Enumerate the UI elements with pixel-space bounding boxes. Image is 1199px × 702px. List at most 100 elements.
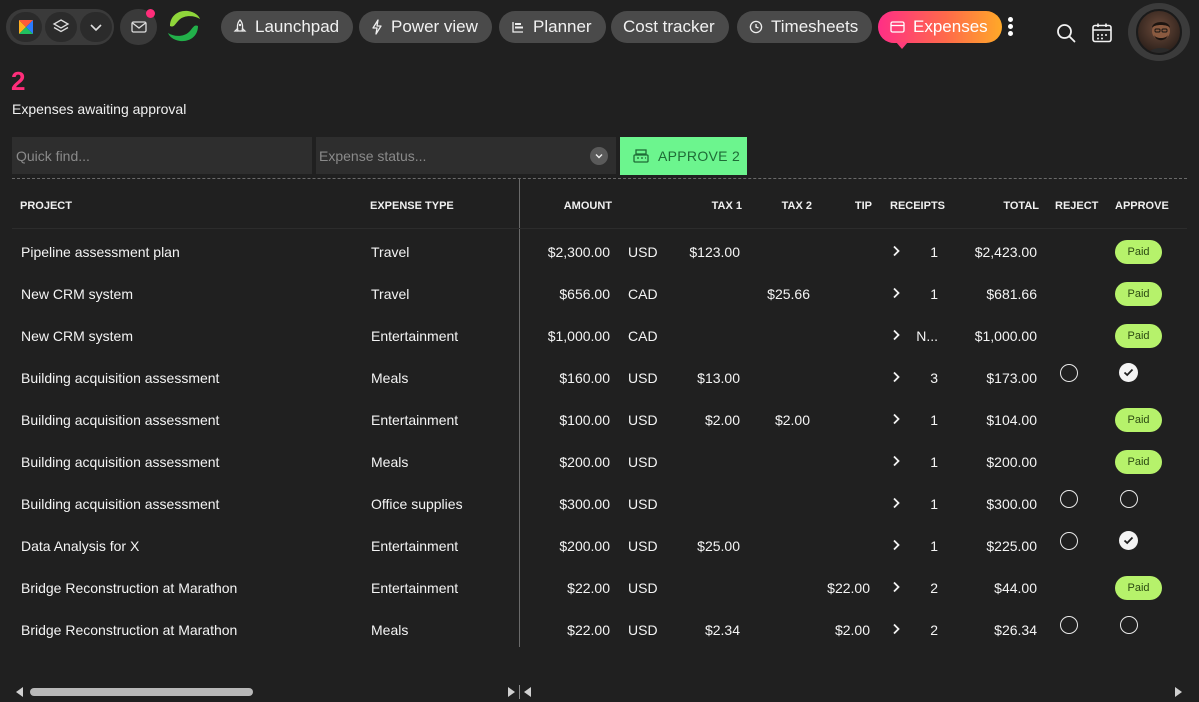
scrollbar-thumb[interactable]	[30, 688, 253, 696]
tab-launchpad[interactable]: Launchpad	[221, 11, 354, 43]
cell-expense-type: Entertainment	[371, 580, 459, 596]
expense-status-select[interactable]: Expense status...	[316, 137, 616, 174]
chevron-down-icon	[90, 24, 102, 32]
cell-total: $1,000.00	[974, 328, 1037, 344]
chevron-right-icon[interactable]	[891, 287, 901, 299]
approve-radio[interactable]	[1120, 616, 1138, 634]
chevron-right-icon[interactable]	[891, 497, 901, 509]
search-icon[interactable]	[1055, 22, 1077, 44]
status-badge: Paid	[1115, 324, 1162, 348]
table-row[interactable]: Building acquisition assessment Meals $160…	[12, 356, 1187, 398]
reject-radio[interactable]	[1060, 490, 1078, 508]
cell-amount: $100.00	[559, 412, 610, 428]
approve-selected-button[interactable]: APPROVE 2	[620, 137, 747, 175]
chevron-right-icon[interactable]	[891, 413, 901, 425]
card-icon	[890, 21, 905, 33]
tab-planner[interactable]: Planner	[499, 11, 606, 43]
cell-tax1: $13.00	[697, 370, 740, 386]
table-row[interactable]: Data Analysis for X Entertainment $200.00 U…	[12, 524, 1187, 566]
cell-project: Building acquisition assessment	[21, 454, 220, 470]
table-row[interactable]: Building acquisition assessment Meals $200…	[12, 440, 1187, 482]
col-header-approve[interactable]: APPROVE	[1115, 200, 1169, 212]
table-row[interactable]: Pipeline assessment plan Travel $2,300.00 U…	[12, 230, 1187, 272]
calendar-icon[interactable]	[1091, 22, 1113, 44]
reject-radio[interactable]	[1060, 364, 1078, 382]
table-row[interactable]: Bridge Reconstruction at Marathon Enterta…	[12, 566, 1187, 608]
cell-total: $681.66	[986, 286, 1037, 302]
col-header-reject[interactable]: REJECT	[1055, 200, 1098, 212]
col-header-tax1[interactable]: TAX 1	[712, 200, 742, 212]
cell-expense-type: Travel	[371, 286, 410, 302]
horizontal-scrollbar[interactable]	[0, 682, 1199, 702]
chevron-right-icon[interactable]	[891, 371, 901, 383]
cash-register-icon	[633, 149, 649, 163]
table-row[interactable]: New CRM system Entertainment $1,000.00 CAD N…	[12, 314, 1187, 356]
user-avatar-button[interactable]	[1128, 3, 1190, 61]
chevron-right-icon[interactable]	[891, 245, 901, 257]
app-logo-button[interactable]	[10, 12, 42, 42]
layers-button[interactable]	[45, 12, 77, 42]
table-row[interactable]: New CRM system Travel $656.00 CAD $25.66 1 $68…	[12, 272, 1187, 314]
cell-currency: USD	[628, 580, 658, 596]
tab-expenses[interactable]: Expenses	[878, 11, 1002, 49]
chevron-right-icon[interactable]	[891, 539, 901, 551]
cell-receipts: 2	[930, 622, 938, 638]
cell-amount: $22.00	[567, 622, 610, 638]
tab-cost-tracker[interactable]: Cost tracker	[611, 11, 729, 43]
tab-label: Planner	[533, 17, 592, 36]
cell-expense-type: Meals	[371, 370, 409, 386]
col-header-amount[interactable]: AMOUNT	[564, 200, 612, 212]
more-apps-button[interactable]	[80, 12, 112, 42]
scroll-right-icon[interactable]	[508, 687, 515, 697]
cell-total: $44.00	[994, 580, 1037, 596]
more-menu-icon[interactable]	[1005, 17, 1015, 39]
approve-radio[interactable]	[1120, 490, 1138, 508]
col-header-project[interactable]: PROJECT	[20, 200, 72, 212]
status-badge: Paid	[1115, 408, 1162, 432]
col-header-tax2[interactable]: TAX 2	[782, 200, 812, 212]
cell-total: $26.34	[994, 622, 1037, 638]
app-logo-icon	[19, 20, 33, 34]
approve-radio-checked[interactable]	[1119, 531, 1138, 550]
quick-find-input[interactable]	[12, 137, 312, 174]
reject-radio[interactable]	[1060, 532, 1078, 550]
cell-receipts: 2	[930, 580, 938, 596]
layers-icon	[52, 19, 70, 33]
bolt-icon	[372, 19, 382, 35]
cell-amount: $656.00	[559, 286, 610, 302]
chevron-right-icon[interactable]	[891, 455, 901, 467]
col-header-expense-type[interactable]: EXPENSE TYPE	[370, 200, 454, 212]
col-header-receipts[interactable]: RECEIPTS	[890, 200, 945, 212]
inbox-button[interactable]	[120, 9, 157, 45]
scroll-left-icon[interactable]	[16, 687, 23, 697]
tab-power-view[interactable]: Power view	[359, 11, 492, 43]
cell-project: New CRM system	[21, 328, 134, 344]
cell-expense-type: Meals	[371, 622, 409, 638]
cell-project: New CRM system	[21, 286, 134, 302]
table-row[interactable]: Bridge Reconstruction at Marathon Meals $2…	[12, 608, 1187, 650]
brand-logo[interactable]	[164, 6, 204, 46]
cell-tax1: $25.00	[697, 538, 740, 554]
tab-label: Timesheets	[771, 17, 859, 36]
scroll-left-icon[interactable]	[524, 687, 531, 697]
status-badge: Paid	[1115, 282, 1162, 306]
tab-timesheets[interactable]: Timesheets	[737, 11, 873, 43]
chevron-right-icon[interactable]	[891, 329, 901, 341]
chevron-right-icon[interactable]	[891, 581, 901, 593]
table-row[interactable]: Building acquisition assessment Office su…	[12, 482, 1187, 524]
cell-currency: USD	[628, 412, 658, 428]
scroll-right-icon[interactable]	[1175, 687, 1182, 697]
col-header-total[interactable]: TOTAL	[1003, 200, 1039, 212]
cell-tax1: $2.34	[704, 622, 740, 638]
approve-radio-checked[interactable]	[1119, 363, 1138, 382]
cell-currency: USD	[628, 496, 658, 512]
cell-project: Building acquisition assessment	[21, 412, 220, 428]
col-header-tip[interactable]: TIP	[855, 200, 872, 212]
checkmark-icon	[1123, 536, 1134, 545]
expense-status-placeholder: Expense status...	[319, 147, 427, 164]
page-subtitle: Expenses awaiting approval	[12, 101, 187, 117]
cell-total: $200.00	[986, 454, 1037, 470]
chevron-right-icon[interactable]	[891, 623, 901, 635]
table-row[interactable]: Building acquisition assessment Entertain…	[12, 398, 1187, 440]
reject-radio[interactable]	[1060, 616, 1078, 634]
